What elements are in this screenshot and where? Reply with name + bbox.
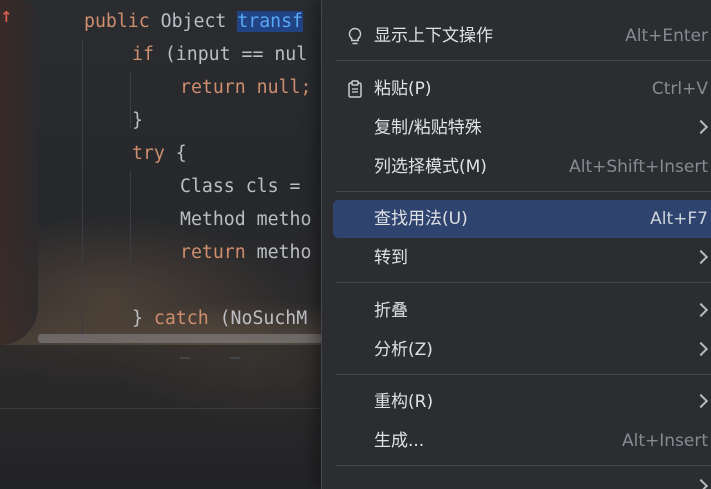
menu-separator bbox=[336, 60, 711, 61]
menu-item-label: 折叠 bbox=[374, 301, 408, 321]
code-line[interactable]: return metho bbox=[180, 236, 311, 269]
panel-divider bbox=[0, 408, 330, 409]
clipboard-icon bbox=[348, 80, 362, 98]
menu-item-label: 列选择模式(M) bbox=[374, 157, 487, 177]
menu-item-refactor[interactable]: 重构(R) bbox=[333, 383, 711, 421]
menu-separator bbox=[336, 191, 711, 192]
menu-item-generate[interactable]: 生成... Alt+Insert bbox=[333, 422, 711, 460]
menu-item-label: 分析(Z) bbox=[374, 340, 433, 360]
code-line[interactable]: public Object transf bbox=[84, 5, 304, 38]
indent-guide bbox=[130, 72, 131, 128]
menu-item-go-to[interactable]: 转到 bbox=[333, 239, 711, 277]
shortcut-label: Alt+Insert bbox=[621, 431, 708, 451]
menu-item-label: 显示上下文操作 bbox=[374, 26, 493, 46]
code-line[interactable]: try { bbox=[132, 137, 187, 170]
chevron-right-icon bbox=[693, 478, 709, 489]
menu-item-show-context-actions[interactable]: 显示上下文操作 Alt+Enter bbox=[333, 17, 711, 55]
shortcut-label: Ctrl+V bbox=[651, 79, 708, 99]
override-marker-icon[interactable]: ↑ bbox=[0, 8, 13, 26]
menu-separator bbox=[336, 465, 711, 466]
background-figure bbox=[0, 0, 38, 345]
shortcut-label: Alt+Shift+Insert bbox=[569, 157, 708, 177]
shortcut-label: Alt+Enter bbox=[625, 26, 708, 46]
chevron-right-icon bbox=[693, 249, 709, 265]
menu-separator bbox=[336, 374, 711, 375]
menu-item-find-usages[interactable]: 查找用法(U) Alt+F7 bbox=[333, 200, 711, 238]
code-line[interactable]: } bbox=[132, 104, 143, 137]
indent-guide bbox=[130, 170, 131, 300]
menu-item-analyze[interactable]: 分析(Z) bbox=[333, 331, 711, 369]
menu-item-label: 重构(R) bbox=[374, 392, 434, 412]
menu-item-copy-paste-special[interactable]: 复制/粘贴特殊 bbox=[333, 109, 711, 147]
bottom-panel bbox=[0, 345, 330, 489]
menu-item-label: 生成... bbox=[374, 431, 425, 451]
menu-item-label: 转到 bbox=[374, 248, 408, 268]
context-menu: 显示上下文操作 Alt+Enter 粘贴(P) Ctrl+V 复制/粘贴特殊 列… bbox=[321, 0, 711, 489]
highlighted-identifier: transf bbox=[237, 11, 304, 32]
menu-item-folding[interactable]: 折叠 bbox=[333, 292, 711, 330]
menu-item-label: 查找用法(U) bbox=[374, 209, 468, 229]
menu-item-partial[interactable] bbox=[333, 474, 711, 489]
code-line[interactable]: Method metho bbox=[180, 203, 311, 236]
horizontal-scrollbar[interactable] bbox=[38, 334, 322, 343]
menu-item-label: 粘贴(P) bbox=[374, 79, 432, 99]
menu-item-label: 复制/粘贴特殊 bbox=[374, 118, 482, 138]
menu-item-column-selection-mode[interactable]: 列选择模式(M) Alt+Shift+Insert bbox=[333, 148, 711, 186]
lightbulb-icon bbox=[348, 27, 362, 45]
shortcut-label: Alt+F7 bbox=[650, 209, 708, 229]
chevron-right-icon bbox=[693, 393, 709, 409]
indent-guide bbox=[82, 40, 83, 340]
chevron-right-icon bbox=[693, 302, 709, 318]
chevron-right-icon bbox=[693, 119, 709, 135]
code-line[interactable]: Class cls = bbox=[180, 170, 311, 203]
code-line[interactable]: } catch (NoSuchM bbox=[132, 302, 307, 335]
code-line[interactable]: if (input == nul bbox=[132, 38, 307, 71]
chevron-right-icon bbox=[693, 341, 709, 357]
menu-item-paste[interactable]: 粘贴(P) Ctrl+V bbox=[333, 70, 711, 108]
menu-separator bbox=[336, 282, 711, 283]
code-line[interactable]: return null; bbox=[180, 71, 311, 104]
